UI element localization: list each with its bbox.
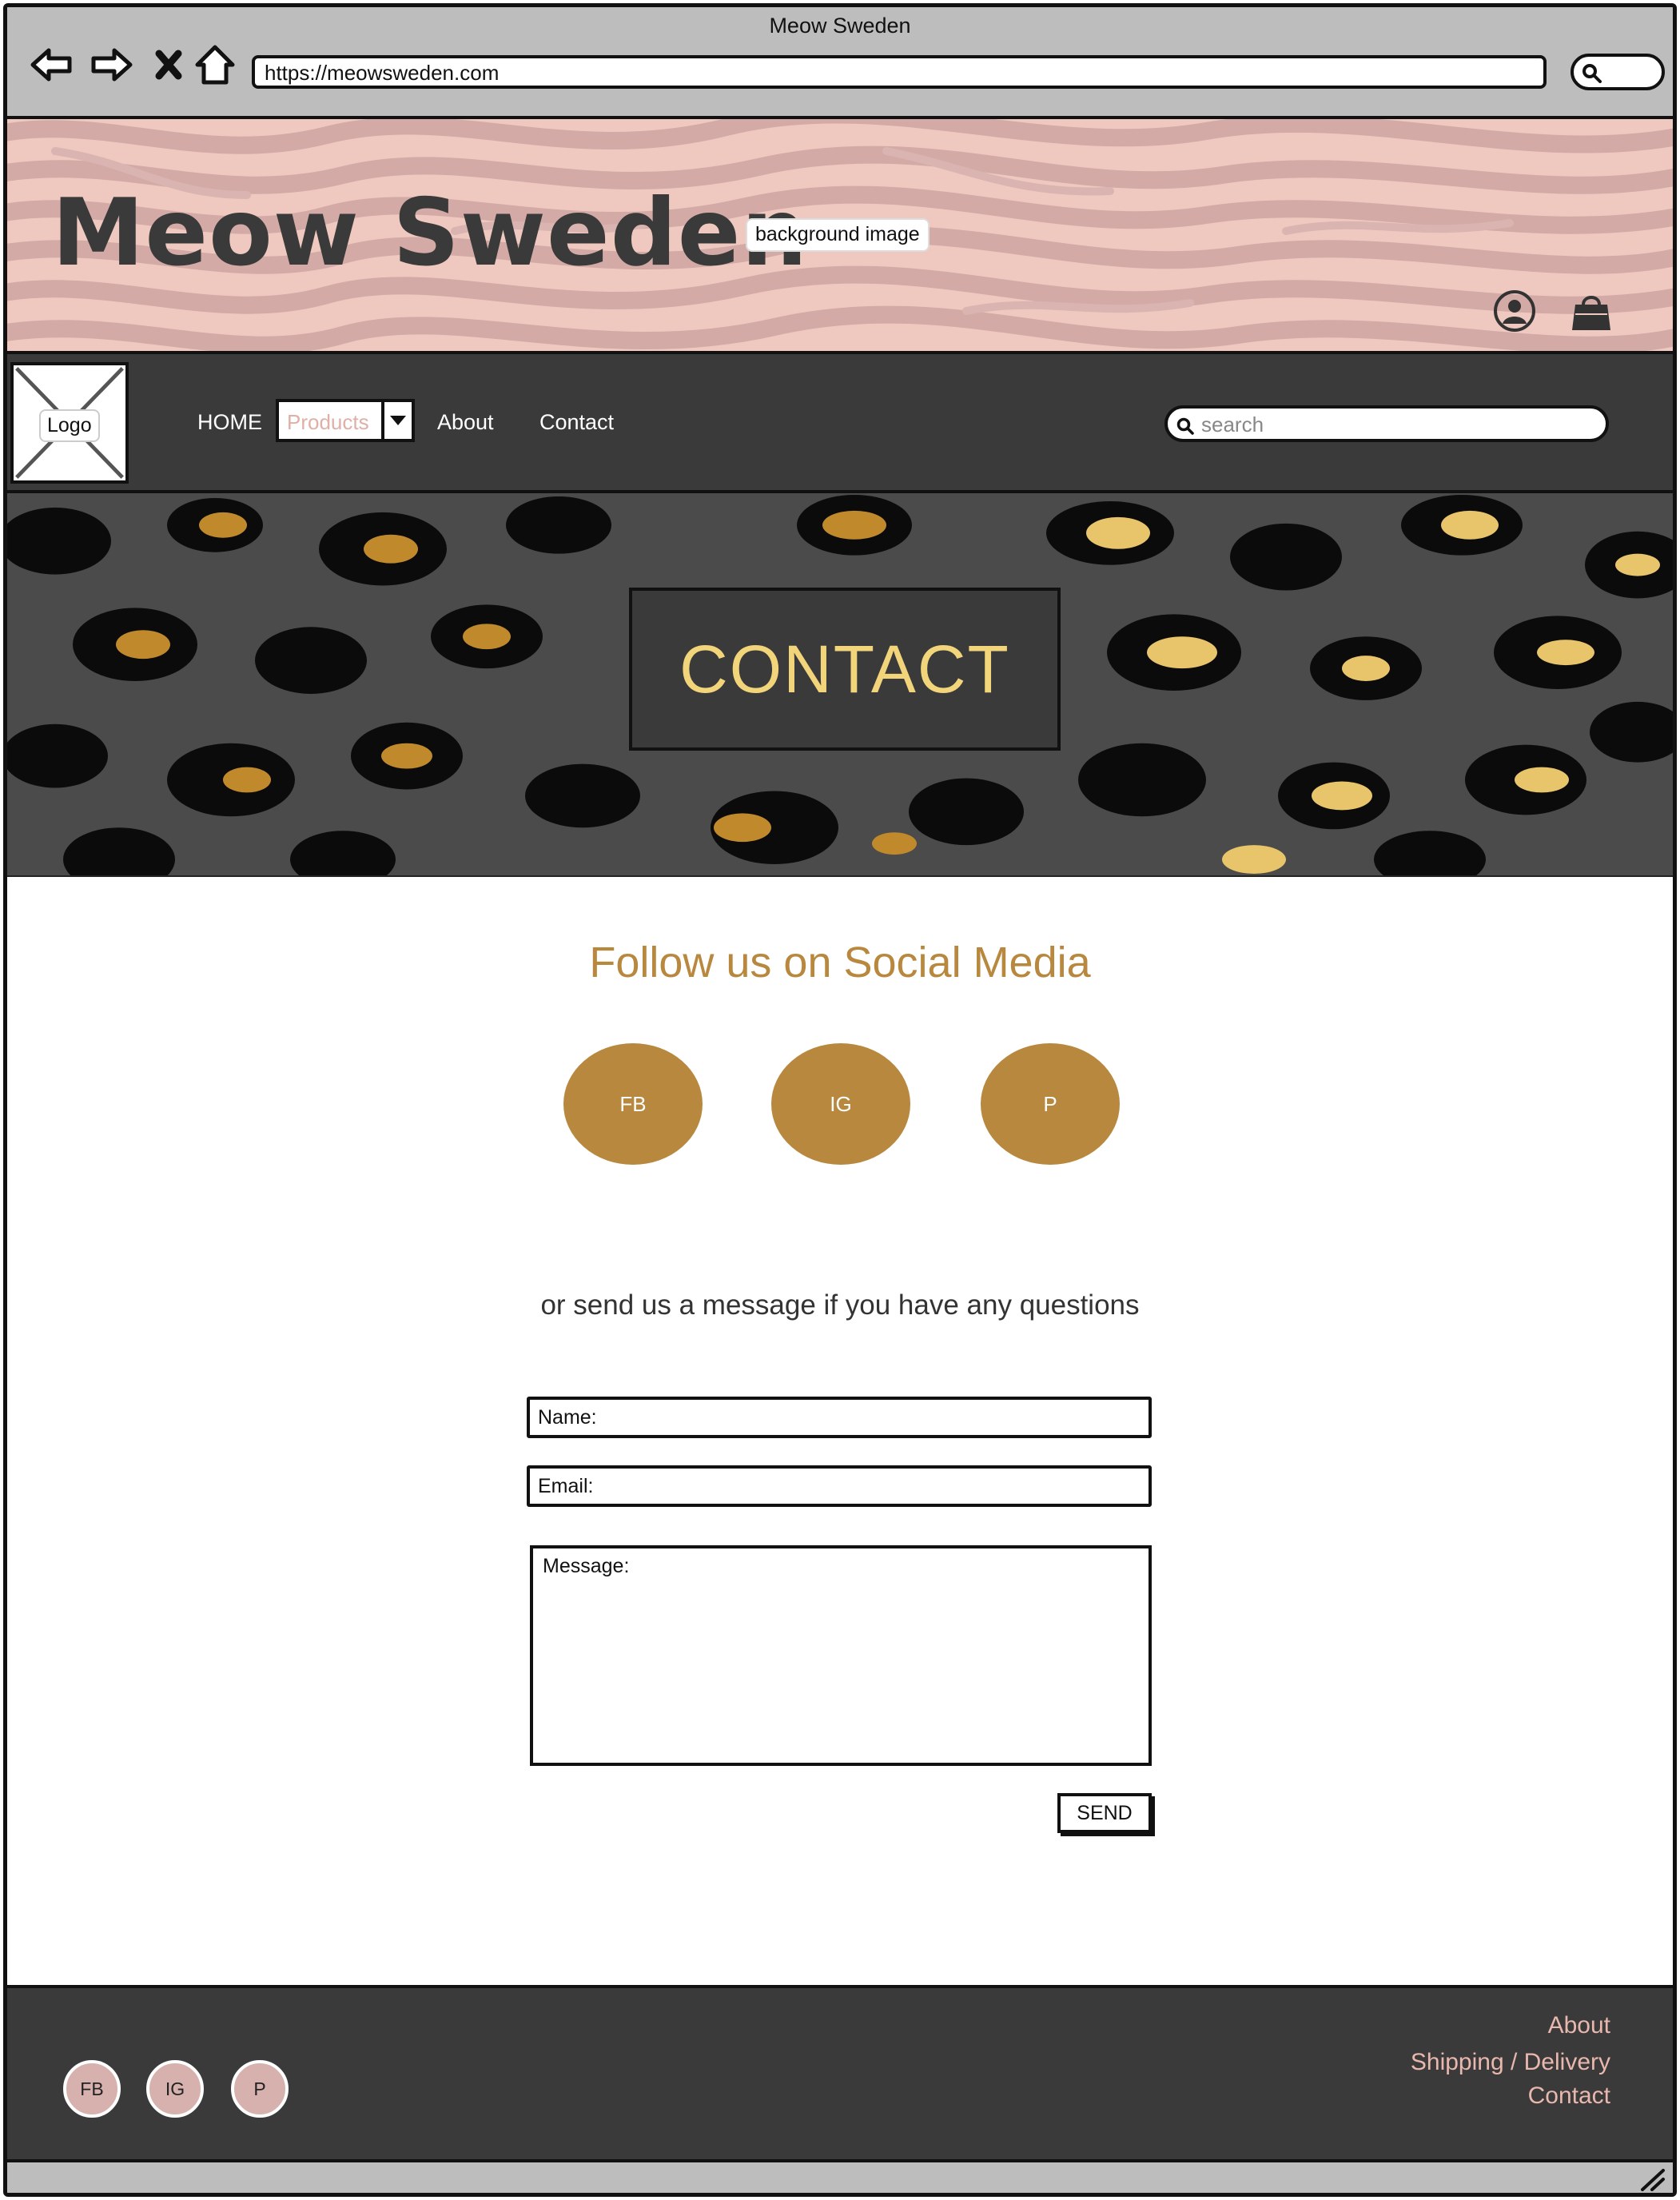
hero-title-box: CONTACT	[629, 588, 1061, 751]
message-field[interactable]	[530, 1545, 1152, 1766]
send-button[interactable]: SEND	[1057, 1793, 1152, 1833]
nav-link-about[interactable]: About	[437, 410, 494, 435]
address-bar[interactable]: https://meowsweden.com	[252, 55, 1547, 89]
nav-link-home[interactable]: HOME	[197, 410, 262, 435]
footer-link-contact[interactable]: Contact	[1528, 2082, 1610, 2110]
instagram-button[interactable]: IG	[771, 1043, 910, 1165]
search-icon	[1176, 417, 1194, 435]
facebook-button[interactable]: FB	[563, 1043, 703, 1165]
forward-icon[interactable]	[87, 41, 135, 89]
name-field[interactable]	[527, 1397, 1152, 1438]
products-dropdown-label: Products	[287, 410, 369, 434]
footer-link-shipping[interactable]: Shipping / Delivery	[1411, 2049, 1610, 2076]
site-header: Meow Sweden background image	[7, 119, 1673, 351]
social-heading: Follow us on Social Media	[589, 939, 1091, 986]
search-icon	[1582, 64, 1602, 83]
site-title[interactable]: Meow Sweden	[52, 179, 808, 287]
close-icon[interactable]	[145, 41, 193, 89]
window-title: Meow Sweden	[769, 14, 911, 38]
browser-window: Meow Sweden https://meowsweden.com Meow …	[3, 3, 1677, 2197]
nav-link-contact[interactable]: Contact	[539, 410, 614, 435]
shopping-bag-icon[interactable]	[1569, 289, 1614, 333]
footer-instagram-button[interactable]: IG	[146, 2060, 204, 2118]
browser-search-box[interactable]	[1571, 54, 1665, 90]
search-input[interactable]	[1201, 412, 1585, 437]
email-field[interactable]	[527, 1465, 1152, 1507]
page-title: CONTACT	[679, 631, 1010, 707]
hero-banner: CONTACT	[7, 493, 1673, 877]
footer-link-about[interactable]: About	[1548, 2012, 1610, 2039]
browser-status-bar	[7, 2162, 1673, 2193]
user-icon[interactable]	[1492, 289, 1537, 333]
main-nav: Logo HOME Products About Contact	[7, 351, 1673, 493]
site-search[interactable]	[1164, 405, 1609, 442]
message-prompt: or send us a message if you have any que…	[540, 1289, 1140, 1321]
back-icon[interactable]	[28, 41, 76, 89]
pinterest-button[interactable]: P	[981, 1043, 1120, 1165]
site-footer: FB IG P About Shipping / Delivery Contac…	[7, 1985, 1673, 2162]
chevron-down-icon[interactable]	[381, 402, 412, 439]
browser-toolbar: Meow Sweden https://meowsweden.com	[7, 7, 1673, 119]
logo-placeholder[interactable]: Logo	[10, 362, 129, 484]
resize-handle-icon[interactable]	[1639, 2167, 1666, 2191]
home-icon[interactable]	[191, 41, 239, 89]
footer-facebook-button[interactable]: FB	[63, 2060, 121, 2118]
products-dropdown[interactable]: Products	[276, 399, 415, 442]
background-image-tag: background image	[746, 218, 930, 252]
logo-label: Logo	[39, 409, 100, 442]
footer-pinterest-button[interactable]: P	[231, 2060, 289, 2118]
